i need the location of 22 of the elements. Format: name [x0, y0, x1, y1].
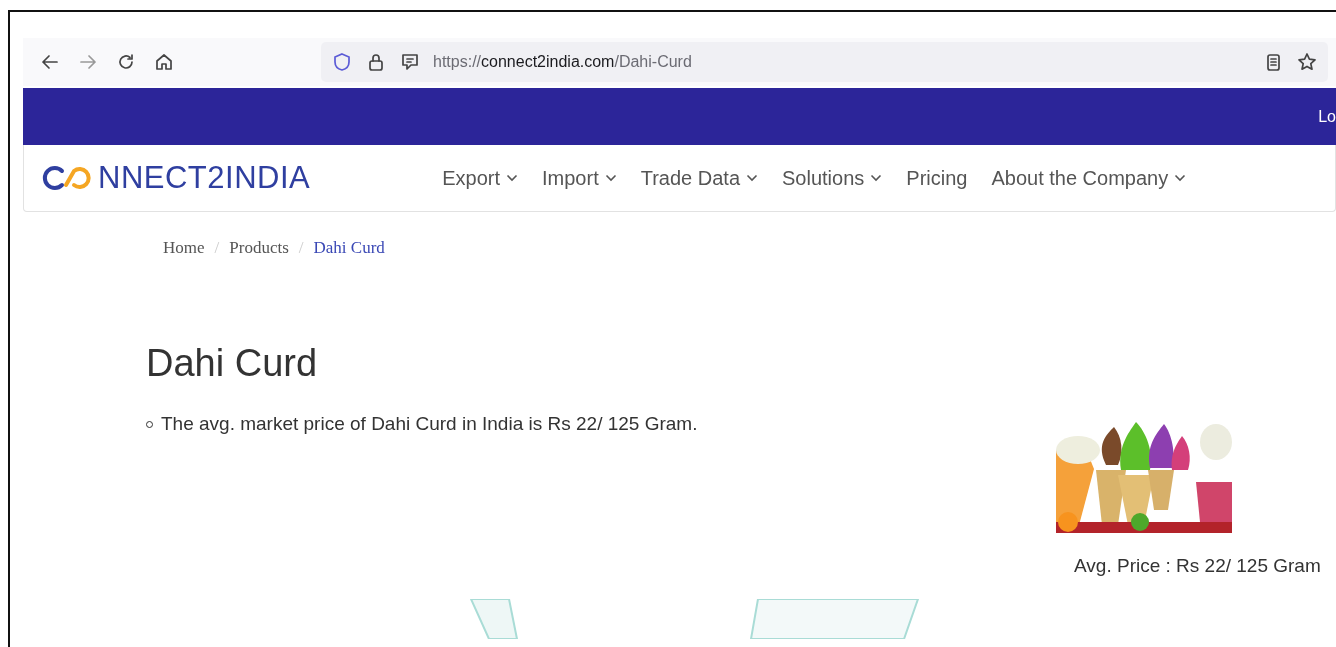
page-title: Dahi Curd	[146, 342, 319, 385]
nav-menu-item[interactable]: Solutions	[782, 166, 883, 190]
price-caption: Avg. Price : Rs 22/ 125 Gram	[1074, 555, 1321, 577]
shield-icon	[331, 51, 353, 73]
breadcrumb-current[interactable]: Dahi Curd	[313, 238, 385, 258]
bullet-text: The avg. market price of Dahi Curd in India is Rs 22/ 125 Gram.	[161, 413, 698, 435]
nav-menu-item[interactable]: Export	[442, 166, 518, 190]
login-link[interactable]: Lo	[1318, 107, 1336, 126]
breadcrumb-link[interactable]: Products	[229, 238, 289, 258]
nav-menu-item[interactable]: Trade Data	[640, 166, 758, 190]
breadcrumb-link[interactable]: Home	[163, 238, 205, 258]
breadcrumb-separator: /	[298, 238, 304, 258]
home-icon[interactable]	[153, 51, 175, 73]
permissions-icon[interactable]	[399, 51, 421, 73]
nav-menu-item[interactable]: Import	[542, 166, 617, 190]
breadcrumb-separator: /	[214, 238, 220, 258]
star-icon[interactable]	[1296, 51, 1318, 73]
nav-menu-item[interactable]: About the Company	[991, 166, 1187, 190]
url-text: https://connect2india.com/Dahi-Curd	[433, 53, 692, 71]
logo-text[interactable]: NNECT2INDIA	[98, 160, 311, 196]
address-bar[interactable]: https://connect2india.com/Dahi-Curd	[321, 42, 1328, 82]
nav-menu-item[interactable]: Pricing	[906, 166, 968, 190]
